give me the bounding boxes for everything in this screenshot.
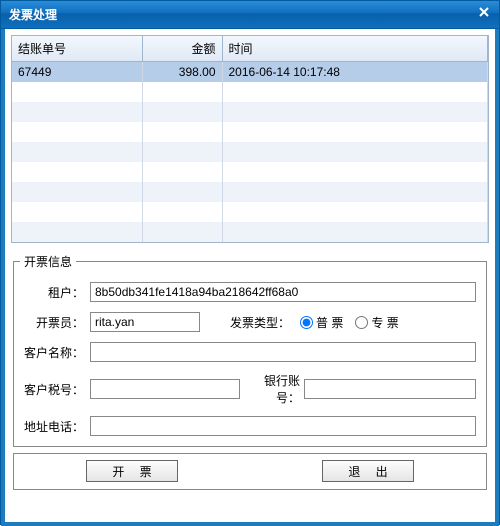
cell-bill: 67449 — [12, 62, 142, 83]
col-header-time[interactable]: 时间 — [222, 36, 488, 62]
label-tenant: 租户： — [20, 284, 90, 301]
label-invoice-type: 发票类型： — [200, 314, 294, 331]
table-row[interactable] — [12, 122, 488, 142]
cell-amount: 398.00 — [142, 62, 222, 83]
radio-normal-label: 普 票 — [316, 314, 343, 331]
label-clerk: 开票员： — [20, 314, 90, 331]
radio-normal-invoice[interactable]: 普 票 — [300, 314, 343, 331]
table-row[interactable] — [12, 222, 488, 242]
label-customer-name: 客户名称： — [20, 344, 90, 361]
bill-grid[interactable]: 结账单号 金额 时间 67449 398.00 2016-06-14 10:17… — [11, 35, 489, 243]
col-header-amount[interactable]: 金额 — [142, 36, 222, 62]
table-row[interactable]: 67449 398.00 2016-06-14 10:17:48 — [12, 62, 488, 83]
window-title: 发票处理 — [9, 6, 57, 23]
table-row[interactable] — [12, 182, 488, 202]
action-bar: 开 票 退 出 — [13, 453, 487, 490]
radio-normal-input[interactable] — [300, 316, 313, 329]
table-row[interactable] — [12, 82, 488, 102]
invoice-info-legend: 开票信息 — [20, 253, 76, 270]
clerk-field[interactable] — [90, 312, 200, 332]
addr-tel-field[interactable] — [90, 416, 476, 436]
cell-time: 2016-06-14 10:17:48 — [222, 62, 488, 83]
radio-special-input[interactable] — [355, 316, 368, 329]
issue-button[interactable]: 开 票 — [86, 460, 178, 482]
table-row[interactable] — [12, 202, 488, 222]
radio-special-label: 专 票 — [371, 314, 398, 331]
radio-special-invoice[interactable]: 专 票 — [355, 314, 398, 331]
exit-button[interactable]: 退 出 — [322, 460, 414, 482]
col-header-bill[interactable]: 结账单号 — [12, 36, 142, 62]
label-addr-tel: 地址电话： — [20, 418, 90, 435]
tenant-field[interactable] — [90, 282, 476, 302]
close-icon — [475, 7, 493, 17]
table-row[interactable] — [12, 162, 488, 182]
invoice-info-group: 开票信息 租户： 开票员： 发票类型： 普 票 专 票 — [13, 253, 487, 447]
customer-tax-field[interactable] — [90, 379, 240, 399]
label-bank-account: 银行账号： — [240, 372, 304, 406]
bank-account-field[interactable] — [304, 379, 476, 399]
close-button[interactable] — [475, 5, 493, 21]
table-row[interactable] — [12, 102, 488, 122]
label-customer-tax: 客户税号： — [20, 381, 90, 398]
customer-name-field[interactable] — [90, 342, 476, 362]
titlebar: 发票处理 — [1, 1, 499, 29]
table-row[interactable] — [12, 142, 488, 162]
